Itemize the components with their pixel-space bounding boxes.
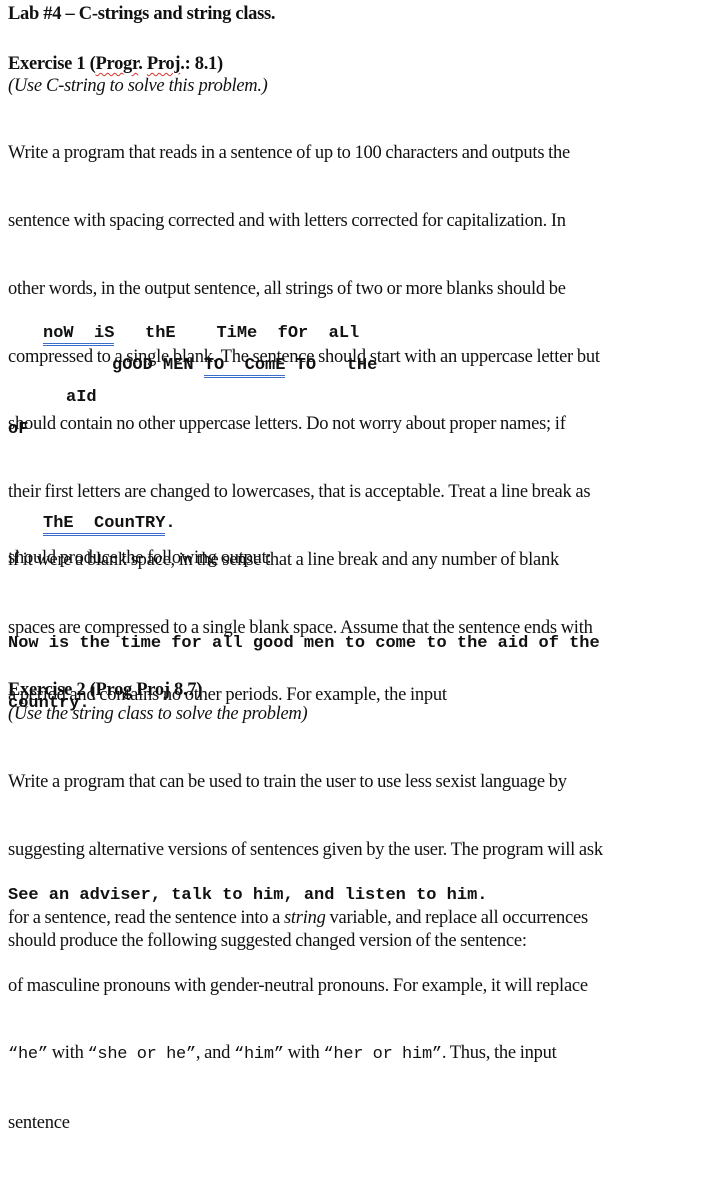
heading-text: . [138,54,147,74]
body-line: of masculine pronouns with gender-neutra… [8,975,588,996]
code-text: . [165,514,176,533]
body-text: variable, and replace all occurrences [325,907,589,928]
code-text: TO tHe [285,356,378,375]
heading-text: Exercise 1 ( [8,54,96,74]
exercise2-output-intro: should produce the following suggested c… [8,931,527,951]
body-text: . Thus, the input [441,1043,557,1064]
input-example-line-2: gOOD MEN TO ComE TO tHe [112,356,378,378]
exercise1-note: (Use C-string to solve this problem.) [8,76,268,96]
grammar-flagged-text: noW iS [43,324,115,346]
exercise1-heading: Exercise 1 (Progr. Proj.: 8.1) [8,54,223,75]
input-example-line-1: noW iS thE TiMe fOr aLl [43,324,360,346]
input-example-line-5: ThE CounTRY. [43,514,176,536]
exercise2-input-example: See an adviser, talk to him, and listen … [8,886,488,905]
body-line: sentence [8,1113,70,1134]
exercise1-output-intro: should produce the following output: [8,548,272,568]
body-text: , and [195,1043,235,1064]
exercise2-body: Write a program that can be used to trai… [8,726,603,1180]
body-line: Write a program that reads in a sentence… [8,143,570,164]
grammar-flagged-text: ThE CounTRY [43,514,166,536]
inline-code: “he” [8,1045,48,1065]
body-line: Write a program that can be used to trai… [8,772,567,793]
body-line: for a sentence, read the sentence into a… [8,907,603,930]
inline-code: “him” [234,1045,284,1065]
body-line: their first letters are changed to lower… [8,482,591,503]
input-example-line-4: oF [8,420,29,439]
output-line: Now is the time for all good men to come… [8,634,600,653]
exercise2-note: (Use the string class to solve the probl… [8,704,308,724]
input-example-line-3: aId [66,388,97,407]
code-text: thE TiMe fOr aLl [114,324,360,343]
code-text: gOOD MEN [112,356,204,375]
emphasized-text: string [283,907,326,928]
heading-text: .: 8.1) [180,54,223,74]
misspelled-word: Proj [146,54,181,74]
document-title: Lab #4 – C-strings and string class. [8,4,276,24]
body-line: other words, in the output sentence, all… [8,278,566,299]
body-line: should contain no other uppercase letter… [8,414,566,435]
grammar-flagged-text: TO ComE [203,356,286,378]
misspelled-word: Progr [95,54,139,74]
body-text: with [283,1043,324,1064]
body-text: with [47,1043,88,1064]
body-line: suggesting alternative versions of sente… [8,839,603,860]
inline-code: “she or he” [87,1045,196,1065]
body-line: “he” with “she or he”, and “him” with “h… [8,1042,603,1067]
exercise2-heading: Exercise 2 (Prog Proj 8.7) [8,680,203,700]
body-line: sentence with spacing corrected and with… [8,210,566,231]
inline-code: “her or him” [323,1045,442,1065]
body-text: for a sentence, read the sentence into a [8,907,284,928]
